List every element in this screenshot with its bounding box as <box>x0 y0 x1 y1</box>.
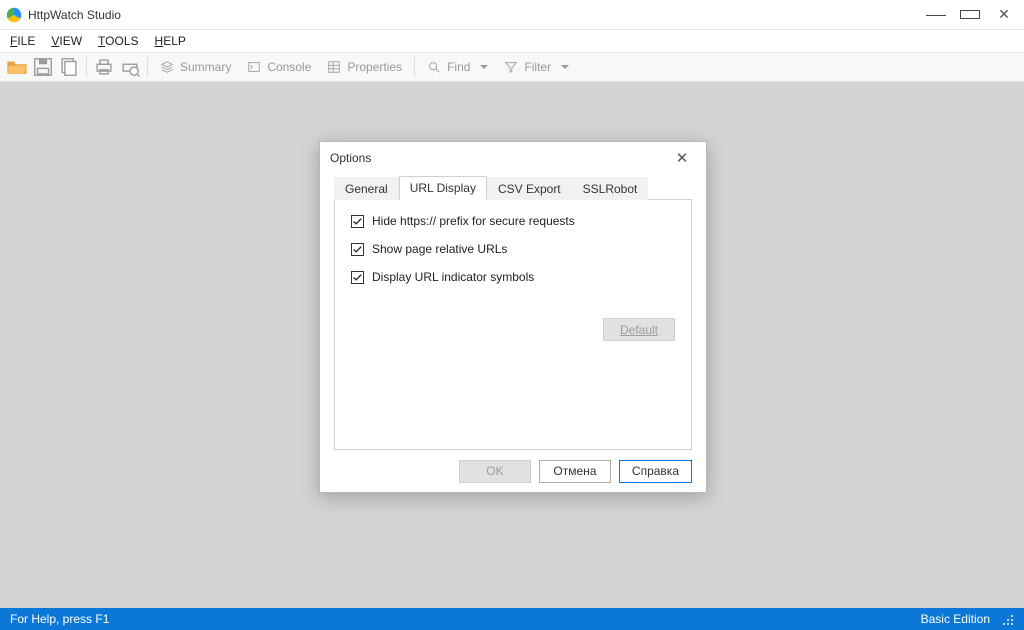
chevron-down-icon <box>561 65 569 69</box>
toolbar-filter-label: Filter <box>524 60 551 74</box>
properties-icon <box>327 60 341 74</box>
layers-icon <box>160 60 174 74</box>
toolbar-summary-label: Summary <box>180 60 231 74</box>
ok-button[interactable]: OK <box>459 460 531 483</box>
label-relative-urls: Show page relative URLs <box>372 242 507 256</box>
toolbar-properties-label: Properties <box>347 60 402 74</box>
label-hide-https: Hide https:// prefix for secure requests <box>372 214 575 228</box>
check-icon <box>352 272 363 283</box>
toolbar-filter[interactable]: Filter <box>498 56 575 78</box>
dialog-close-button[interactable]: ✕ <box>668 144 696 172</box>
console-icon <box>247 60 261 74</box>
toolbar-summary[interactable]: Summary <box>154 56 237 78</box>
dialog-title: Options <box>330 151 371 165</box>
status-bar: For Help, press F1 Basic Edition <box>0 608 1024 630</box>
toolbar-console-label: Console <box>267 60 311 74</box>
checkbox-hide-https[interactable] <box>351 215 364 228</box>
label-indicator-symbols: Display URL indicator symbols <box>372 270 534 284</box>
toolbar: Summary Console Properties Find Filter <box>0 52 1024 82</box>
default-button[interactable]: Default <box>603 318 675 341</box>
tab-panel-url-display: Hide https:// prefix for secure requests… <box>334 200 692 450</box>
dialog-button-row: OK Отмена Справка <box>320 450 706 492</box>
window-title: HttpWatch Studio <box>28 8 121 22</box>
menu-bar: FILE VIEW TOOLS HELP <box>0 30 1024 52</box>
save-icon[interactable] <box>32 56 54 78</box>
cancel-button[interactable]: Отмена <box>539 460 611 483</box>
copy-icon[interactable] <box>58 56 80 78</box>
status-edition: Basic Edition <box>921 612 990 626</box>
app-icon <box>6 7 22 23</box>
check-icon <box>352 244 363 255</box>
open-icon[interactable] <box>6 56 28 78</box>
checkbox-relative-urls[interactable] <box>351 243 364 256</box>
maximize-button[interactable] <box>960 8 980 22</box>
toolbar-find-label: Find <box>447 60 470 74</box>
close-button[interactable]: ✕ <box>994 8 1014 22</box>
default-button-label: Default <box>620 323 658 337</box>
menu-tools[interactable]: TOOLS <box>98 34 138 48</box>
toolbar-properties[interactable]: Properties <box>321 56 408 78</box>
search-icon <box>427 60 441 74</box>
tab-csv-export[interactable]: CSV Export <box>487 177 572 200</box>
client-area: Options ✕ General URL Display CSV Export… <box>0 82 1024 608</box>
toolbar-find[interactable]: Find <box>421 56 494 78</box>
dialog-tabs: General URL Display CSV Export SSLRobot <box>334 176 692 200</box>
options-dialog: Options ✕ General URL Display CSV Export… <box>319 141 707 493</box>
menu-view[interactable]: VIEW <box>51 34 82 48</box>
chevron-down-icon <box>480 65 488 69</box>
tab-url-display[interactable]: URL Display <box>399 176 487 200</box>
help-button[interactable]: Справка <box>619 460 692 483</box>
menu-file[interactable]: FILE <box>10 34 35 48</box>
print-preview-icon[interactable] <box>119 56 141 78</box>
tab-sslrobot[interactable]: SSLRobot <box>572 177 649 200</box>
title-bar: HttpWatch Studio ✕ <box>0 0 1024 30</box>
resize-grip-icon[interactable] <box>1000 612 1014 626</box>
tab-general[interactable]: General <box>334 177 399 200</box>
filter-icon <box>504 60 518 74</box>
minimize-button[interactable] <box>926 8 946 22</box>
menu-help[interactable]: HELP <box>155 34 186 48</box>
toolbar-console[interactable]: Console <box>241 56 317 78</box>
check-icon <box>352 216 363 227</box>
print-icon[interactable] <box>93 56 115 78</box>
checkbox-indicator-symbols[interactable] <box>351 271 364 284</box>
status-help-text: For Help, press F1 <box>10 612 109 626</box>
